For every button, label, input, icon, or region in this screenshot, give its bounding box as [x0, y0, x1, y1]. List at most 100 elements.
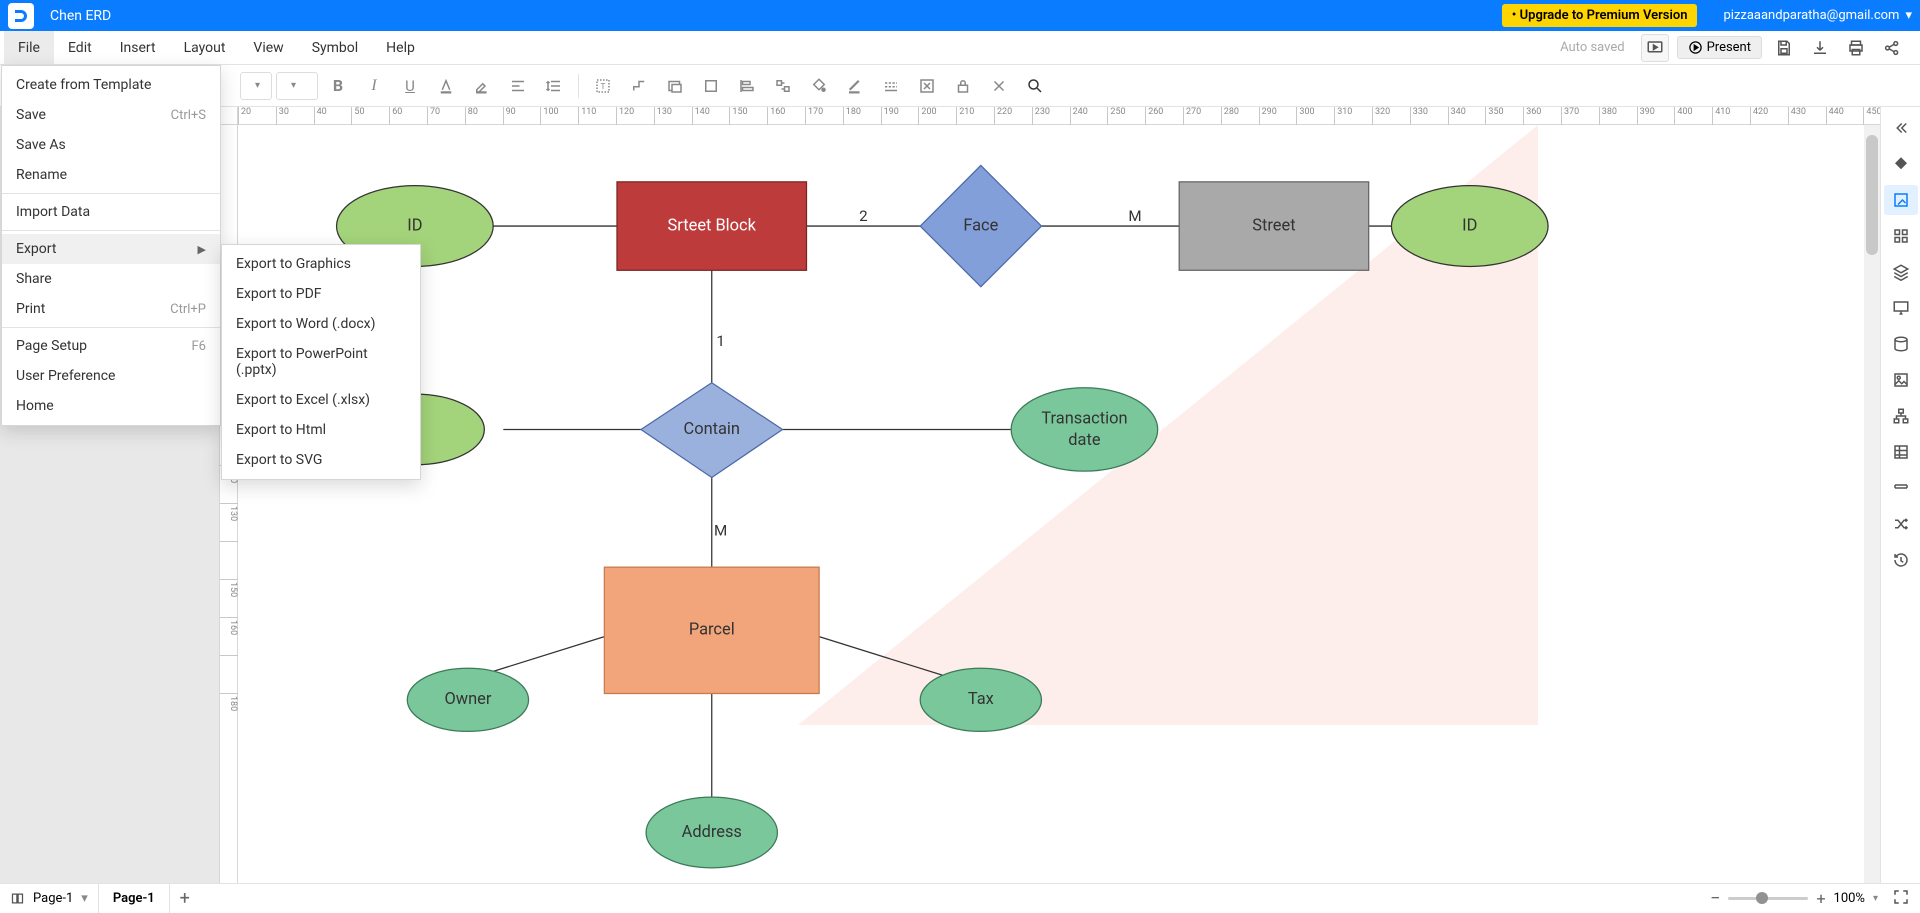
file-menu-item[interactable]: Import Data [2, 197, 220, 227]
menu-symbol[interactable]: Symbol [298, 31, 372, 64]
save-icon-button[interactable] [1770, 34, 1798, 62]
edge-label-m1: M [1128, 207, 1141, 225]
add-page-button[interactable]: + [170, 888, 200, 909]
present-button[interactable]: Present [1677, 36, 1762, 59]
file-menu-item[interactable]: Export▶ [2, 234, 220, 264]
collapse-rail-button[interactable] [1884, 113, 1918, 143]
file-menu-item[interactable]: SaveCtrl+S [2, 100, 220, 130]
line-color-button[interactable] [839, 72, 871, 100]
present-panel-icon[interactable] [1884, 293, 1918, 323]
menu-file[interactable]: File [4, 31, 54, 64]
theme-icon[interactable] [1884, 149, 1918, 179]
file-menu-item[interactable]: Create from Template [2, 70, 220, 100]
italic-button[interactable]: I [358, 72, 390, 100]
svg-text:Address: Address [682, 823, 742, 842]
menu-view[interactable]: View [239, 31, 297, 64]
align-button[interactable] [502, 72, 534, 100]
lock-button[interactable] [947, 72, 979, 100]
format-panel-icon[interactable] [1884, 185, 1918, 215]
file-menu-item[interactable]: User Preference [2, 361, 220, 391]
layers-icon[interactable] [1884, 257, 1918, 287]
file-menu-item[interactable]: Home [2, 391, 220, 421]
history-icon[interactable] [1884, 545, 1918, 575]
bold-button[interactable]: B [322, 72, 354, 100]
file-menu-item[interactable]: Share [2, 264, 220, 294]
edge-label-2: 2 [859, 207, 868, 225]
ruler-panel-icon[interactable] [1884, 473, 1918, 503]
file-menu-item[interactable]: Rename [2, 160, 220, 190]
download-icon-button[interactable] [1806, 34, 1834, 62]
highlight-button[interactable] [466, 72, 498, 100]
pages-dropdown[interactable]: Page-1 ▾ [0, 884, 99, 913]
line-spacing-button[interactable] [538, 72, 570, 100]
export-menu-item[interactable]: Export to SVG [222, 445, 420, 475]
database-icon[interactable] [1884, 329, 1918, 359]
share-icon-button[interactable] [1878, 34, 1906, 62]
file-menu-item[interactable]: PrintCtrl+P [2, 294, 220, 324]
workspace: 2030405060708090100110120130140150160170… [0, 107, 1920, 883]
export-submenu: Export to GraphicsExport to PDFExport to… [221, 244, 421, 480]
account-menu[interactable]: pizzaaandparatha@gmail.com ▾ [1723, 8, 1912, 23]
fullscreen-button[interactable] [1892, 888, 1910, 910]
eraser-button[interactable] [911, 72, 943, 100]
underline-button[interactable]: U [394, 72, 426, 100]
svg-text:Face: Face [963, 216, 998, 235]
chevron-down-icon: ▾ [1905, 8, 1912, 23]
distribute-button[interactable] [767, 72, 799, 100]
connector-button[interactable] [623, 72, 655, 100]
menu-help[interactable]: Help [372, 31, 429, 64]
menu-insert[interactable]: Insert [106, 31, 170, 64]
table-icon[interactable] [1884, 437, 1918, 467]
font-family-dropdown[interactable]: ▾ [240, 72, 272, 100]
align-left-obj-button[interactable] [731, 72, 763, 100]
node-transaction-date[interactable] [1011, 388, 1158, 471]
export-menu-item[interactable]: Export to PowerPoint (.pptx) [222, 339, 420, 385]
canvas[interactable]: 2 M 1 M ID Srteet Block Face Street [238, 125, 1864, 883]
app-logo[interactable] [8, 3, 34, 29]
upgrade-button[interactable]: • Upgrade to Premium Version [1502, 4, 1698, 27]
zoom-in-button[interactable]: + [1816, 889, 1825, 908]
vertical-scrollbar[interactable] [1864, 125, 1880, 883]
file-menu-item[interactable]: Save As [2, 130, 220, 160]
print-icon-button[interactable] [1842, 34, 1870, 62]
shape-fill-button[interactable] [695, 72, 727, 100]
menu-edit[interactable]: Edit [54, 31, 106, 64]
search-button[interactable] [1019, 72, 1051, 100]
grid-icon[interactable] [1884, 221, 1918, 251]
line-style-button[interactable] [875, 72, 907, 100]
ruler-corner [220, 107, 238, 125]
font-color-button[interactable] [430, 72, 462, 100]
fill-color-button[interactable] [803, 72, 835, 100]
zoom-out-button[interactable]: − [1710, 888, 1720, 909]
svg-text:T: T [601, 82, 606, 92]
zoom-slider[interactable] [1728, 897, 1808, 900]
sitemap-icon[interactable] [1884, 401, 1918, 431]
export-menu-item[interactable]: Export to PDF [222, 279, 420, 309]
shape-outline-button[interactable] [659, 72, 691, 100]
font-size-dropdown[interactable]: ▾ [276, 72, 318, 100]
account-email: pizzaaandparatha@gmail.com [1723, 8, 1899, 23]
document-title[interactable]: Chen ERD [50, 8, 111, 24]
export-menu-item[interactable]: Export to Graphics [222, 249, 420, 279]
zoom-controls: − + 100% ▾ [1700, 888, 1920, 910]
edge-label-m2: M [714, 522, 727, 540]
image-icon[interactable] [1884, 365, 1918, 395]
shuffle-icon[interactable] [1884, 509, 1918, 539]
vertical-ruler: 120130150160180 [220, 125, 238, 883]
page-tab[interactable]: Page-1 [99, 884, 170, 913]
svg-text:ID: ID [1462, 216, 1477, 235]
zoom-level[interactable]: 100% [1834, 891, 1865, 906]
export-menu-item[interactable]: Export to Word (.docx) [222, 309, 420, 339]
file-menu-item[interactable]: Page SetupF6 [2, 331, 220, 361]
svg-text:date: date [1068, 431, 1101, 450]
slideshow-button[interactable] [1641, 34, 1669, 62]
chevron-down-icon: ▾ [81, 891, 88, 906]
svg-text:Tax: Tax [968, 690, 994, 709]
text-box-button[interactable]: T [587, 72, 619, 100]
tools-button[interactable] [983, 72, 1015, 100]
export-menu-item[interactable]: Export to Excel (.xlsx) [222, 385, 420, 415]
menu-layout[interactable]: Layout [170, 31, 240, 64]
export-menu-item[interactable]: Export to Html [222, 415, 420, 445]
edge-label-1: 1 [716, 332, 725, 350]
horizontal-ruler: 2030405060708090100110120130140150160170… [238, 107, 1880, 125]
